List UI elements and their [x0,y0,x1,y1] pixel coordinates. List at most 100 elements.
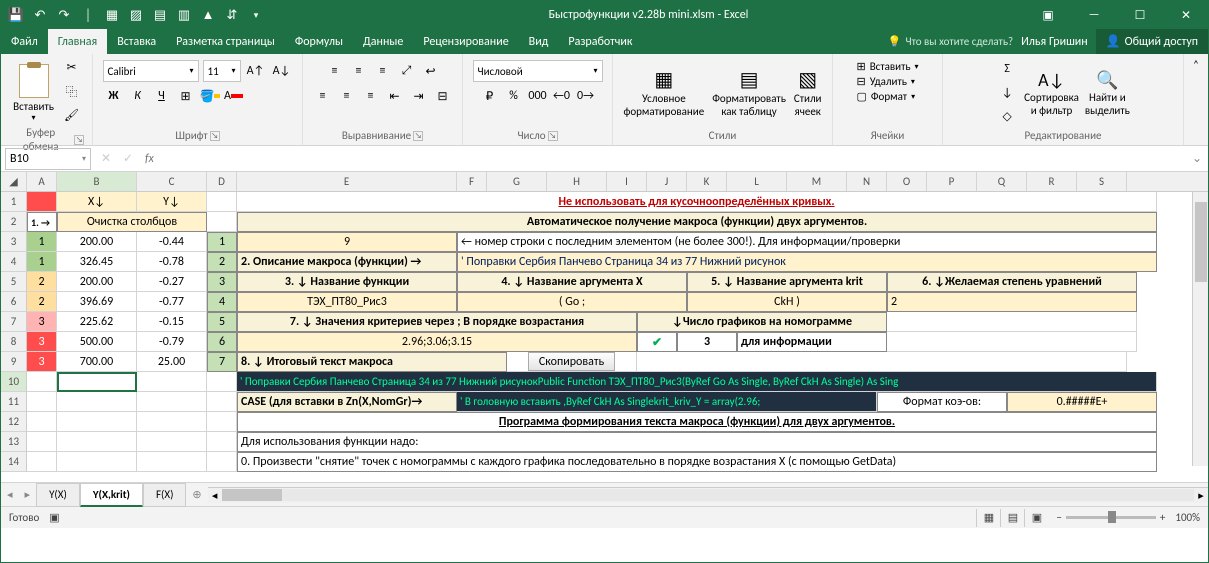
row-header[interactable]: 7 [1,312,27,332]
col-header[interactable]: N [847,172,887,191]
expand-formula-icon[interactable]: ⌄ [1186,148,1208,170]
cell[interactable] [27,412,57,432]
cell[interactable]: -0.44 [137,232,207,252]
copy-icon[interactable]: ⿻ [61,80,83,102]
cell[interactable]: 1 [207,232,237,252]
tab-home[interactable]: Главная [48,29,107,54]
cleanup-button[interactable]: Очистка столбцов [57,212,207,232]
active-cell[interactable] [57,372,137,392]
fill-color-icon[interactable]: 🪣 [199,85,221,107]
select-all-corner[interactable]: ◢ [1,172,27,191]
cell[interactable]: ' Поправки Сербия Панчево Страница 34 из… [457,252,1157,272]
cell[interactable]: Программа формирования текста макроса (ф… [237,412,1157,432]
formula-input[interactable] [160,148,1186,170]
sheet-nav-last-icon[interactable]: ▸ [19,488,37,501]
cell[interactable]: Формат коэ-ов: [877,392,1007,412]
cell[interactable]: Y↓ [137,192,207,212]
cancel-formula-icon[interactable]: ✕ [95,148,117,170]
row-header[interactable]: 11 [1,392,27,412]
cell[interactable]: 0. Произвести "снятие" точек с номограмм… [237,452,1157,472]
add-sheet-icon[interactable]: ⊕ [186,488,207,501]
delete-cells-button[interactable]: ⊟Удалить▾ [856,75,914,88]
dec-decimal-icon[interactable]: 0→ [575,85,597,107]
save-icon[interactable]: 💾 [7,6,25,24]
cell[interactable] [27,432,57,452]
cell[interactable]: 1 [27,252,57,272]
tell-me-search[interactable]: 💡Что вы хотите сделать? [888,35,1013,48]
cell[interactable]: 2 [27,292,57,312]
cell[interactable] [27,372,57,392]
row-header[interactable]: 3 [1,232,27,252]
cell[interactable] [207,212,237,232]
sheet-tab-fx[interactable]: F(X) [143,483,186,507]
cell[interactable] [27,192,57,212]
percent-icon[interactable]: % [503,85,525,107]
cell[interactable]: 5. ↓ Название аргумента krit [687,272,887,292]
cell[interactable]: 9 [237,232,457,252]
cell[interactable]: -0.78 [137,252,207,272]
cell[interactable]: X↓ [57,192,137,212]
cell[interactable] [137,412,207,432]
custom4-icon[interactable]: ▥ [175,6,193,24]
cell[interactable]: 1. → [27,212,57,232]
sort-filter-button[interactable]: A↓ Сортировка и фильтр [1024,69,1079,117]
cell-macro-text[interactable]: ' Поправки Сербия Панчево Страница 34 из… [237,372,1157,392]
cell[interactable]: -0.27 [137,272,207,292]
cell[interactable]: -0.79 [137,332,207,352]
zoom-slider[interactable] [1066,516,1156,519]
sheet-tab-yxkrit[interactable]: Y(X,krit) [80,483,143,507]
align-top-icon[interactable]: ≡ [324,60,346,82]
sheet-tab-yx[interactable]: Y(X) [36,483,80,507]
align-center-icon[interactable]: ≡ [336,85,358,107]
col-header[interactable]: Q [977,172,1027,191]
collapse-ribbon-icon[interactable]: ˄ [1184,54,1208,145]
custom5-icon[interactable]: ⇵ [223,6,241,24]
tab-data[interactable]: Данные [353,29,413,54]
cell[interactable]: ( Go ; [457,292,687,312]
tab-formulas[interactable]: Формулы [285,29,353,54]
chevron-down-icon[interactable]: ▾ [31,113,35,123]
col-header[interactable]: G [487,172,547,191]
cell[interactable]: 3 [27,312,57,332]
font-size-select[interactable]: 11▾ [203,60,241,82]
cell[interactable] [207,452,237,472]
row-header[interactable]: 9 [1,352,27,372]
cell[interactable]: ТЭХ_ПТ80_Рис3 [237,292,457,312]
cell-checkmark[interactable]: ✔ [637,332,677,352]
cell[interactable]: 396.69 [57,292,137,312]
row-header[interactable]: 4 [1,252,27,272]
name-box[interactable]: B10▾ [5,148,91,170]
comma-icon[interactable]: 000 [527,85,549,107]
ribbon-opts-icon[interactable]: ▣ [1026,1,1070,29]
autosum-icon[interactable]: Σ [996,58,1018,80]
cell[interactable]: 8. ↓ Итоговый текст макроса [237,352,507,372]
cell[interactable]: 500.00 [57,332,137,352]
col-header[interactable]: R [1027,172,1077,191]
cell[interactable]: 4. ↓ Название аргумента X [457,272,687,292]
cell[interactable]: для информации [737,332,887,352]
cell[interactable]: 6 [207,332,237,352]
cell[interactable] [207,392,237,412]
align-right-icon[interactable]: ≡ [360,85,382,107]
cell[interactable] [137,452,207,472]
col-header[interactable]: L [727,172,787,191]
cell[interactable]: 700.00 [57,352,137,372]
tab-review[interactable]: Рецензирование [413,29,518,54]
cell[interactable]: 1 [27,232,57,252]
number-format-select[interactable]: Числовой▾ [473,60,603,82]
tab-layout[interactable]: Разметка страницы [166,29,285,54]
row-header[interactable]: 12 [1,412,27,432]
cell[interactable] [207,372,237,392]
zoom-in-button[interactable]: + [1160,511,1165,524]
cell[interactable]: 6. ↓Желаемая степень уравнений [887,272,1137,292]
currency-icon[interactable]: ₽ [479,85,501,107]
dialog-launcher-icon[interactable]: ↘ [548,131,558,141]
orientation-icon[interactable]: ⤢ [396,60,418,82]
cell[interactable]: 3 [27,352,57,372]
font-name-select[interactable]: Calibri▾ [103,60,199,82]
format-painter-icon[interactable]: 🖌 [61,104,83,126]
cell[interactable]: 326.45 [57,252,137,272]
macro-recorder-icon[interactable]: ▣ [49,511,59,524]
sheet-nav-first-icon[interactable]: ◂ [1,488,19,501]
cell[interactable]: Автоматическое получение макроса (функци… [237,212,1157,232]
